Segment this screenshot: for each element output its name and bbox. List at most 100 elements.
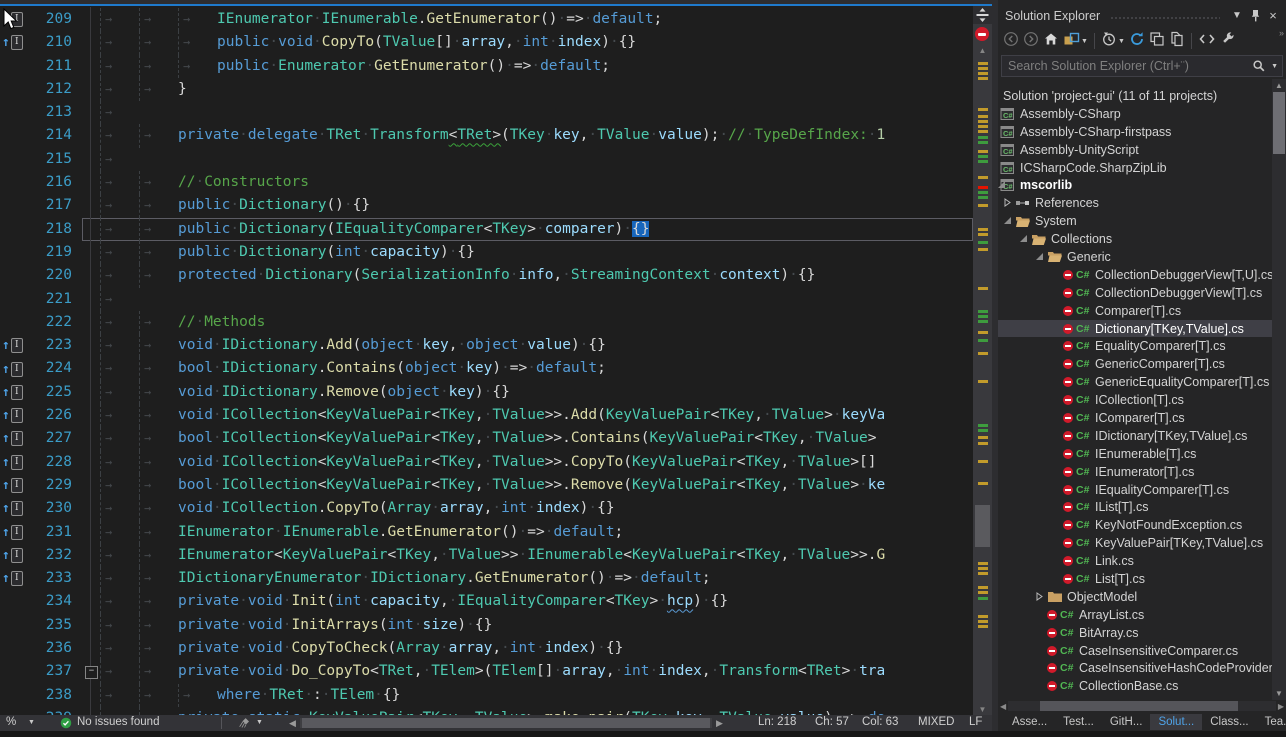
tree-item-ienumerable-t-cs[interactable]: C#IEnumerable[T].cs: [998, 445, 1286, 463]
tree-item-collectionbase-cs[interactable]: C#CollectionBase.cs: [998, 677, 1286, 695]
tree-item-collectiondebuggerview-t-u-cs[interactable]: C#CollectionDebuggerView[T,U].cs: [998, 266, 1286, 284]
tree-item-equalitycomparer-t-cs[interactable]: C#EqualityComparer[T].cs: [998, 337, 1286, 355]
toolbar-overflow-icon[interactable]: ››: [1279, 28, 1283, 38]
expander-icon[interactable]: [1035, 250, 1044, 264]
tree-scroll-down-arrow[interactable]: ▼: [1272, 689, 1286, 698]
status-line-number[interactable]: Ln: 218: [758, 716, 796, 728]
code-line[interactable]: 239→→private·static·KeyValuePair<TKey,·T…: [0, 707, 973, 715]
code-line[interactable]: 222→→//·Methods: [0, 311, 973, 334]
tree-item-assembly-unityscript[interactable]: C#Assembly-UnityScript: [998, 141, 1286, 159]
code-line[interactable]: 238→→→where·TRet·:·TElem·{}: [0, 684, 973, 707]
fold-margin[interactable]: [82, 451, 100, 474]
code-text[interactable]: →→→public·void·CopyTo(TValue[]·array,·in…: [100, 31, 973, 54]
tree-item-caseinsensitivehashcodeprovider-cs[interactable]: C#CaseInsensitiveHashCodeProvider.cs: [998, 660, 1286, 678]
code-text[interactable]: →→void·ICollection<KeyValuePair<TKey,·TV…: [100, 451, 973, 474]
tree-item-comparer-t-cs[interactable]: C#Comparer[T].cs: [998, 302, 1286, 320]
tree-item-icsharpcode-sharpziplib[interactable]: C#ICSharpCode.SharpZipLib: [998, 159, 1286, 177]
code-line[interactable]: ↑I231→→IEnumerator·IEnumerable.GetEnumer…: [0, 521, 973, 544]
expander-icon[interactable]: [1003, 196, 1012, 210]
close-icon[interactable]: ×: [1264, 8, 1282, 24]
properties-button[interactable]: [1218, 30, 1238, 52]
code-text[interactable]: →→void·IDictionary.Add(object·key,·objec…: [100, 334, 973, 357]
code-line[interactable]: 216→→//·Constructors: [0, 171, 973, 194]
fold-margin[interactable]: [82, 31, 100, 54]
code-line[interactable]: ↑I230→→void·ICollection.CopyTo(Array·arr…: [0, 497, 973, 520]
code-line[interactable]: 212→→}: [0, 78, 973, 101]
code-text[interactable]: →→public·Dictionary()·{}: [100, 194, 973, 217]
code-text[interactable]: →→→public·Enumerator·GetEnumerator()·=>·…: [100, 55, 973, 78]
tree-item-icomparer-t-cs[interactable]: C#IComparer[T].cs: [998, 409, 1286, 427]
expander-slot[interactable]: [1032, 590, 1047, 604]
dropdown-caret-icon[interactable]: ▼: [1118, 38, 1125, 45]
status-encoding[interactable]: MIXED: [918, 716, 954, 728]
code-text[interactable]: →→private·void·CopyToCheck(Array·array,·…: [100, 637, 973, 660]
code-line[interactable]: 213→: [0, 101, 973, 124]
pin-icon[interactable]: [1246, 8, 1264, 24]
tree-item-caseinsensitivecomparer-cs[interactable]: C#CaseInsensitiveComparer.cs: [998, 642, 1286, 660]
tree-item-keynotfoundexception-cs[interactable]: C#KeyNotFoundException.cs: [998, 516, 1286, 534]
fold-margin[interactable]: [82, 497, 100, 520]
broom-icon[interactable]: [238, 717, 251, 732]
fold-margin[interactable]: [82, 288, 100, 311]
code-line[interactable]: ↑I228→→void·ICollection<KeyValuePair<TKe…: [0, 451, 973, 474]
code-line[interactable]: 234→→private·void·Init(int·capacity,·IEq…: [0, 590, 973, 613]
code-area[interactable]: ↑I209→→→IEnumerator·IEnumerable.GetEnume…: [0, 6, 973, 715]
code-line[interactable]: 215→: [0, 148, 973, 171]
tree-item-ilist-t-cs[interactable]: C#IList[T].cs: [998, 498, 1286, 516]
tree-scroll-up-arrow[interactable]: ▲: [1272, 81, 1286, 90]
fold-margin[interactable]: [82, 637, 100, 660]
fold-collapse-icon[interactable]: −: [85, 666, 98, 679]
fold-margin[interactable]: [82, 474, 100, 497]
code-text[interactable]: →→private·static·KeyValuePair<TKey,·TVal…: [100, 707, 973, 715]
scroll-up-arrow[interactable]: ▲: [973, 46, 992, 55]
fold-margin[interactable]: [82, 707, 100, 715]
tool-tab-solut[interactable]: Solut...: [1150, 714, 1202, 730]
fold-margin[interactable]: [82, 55, 100, 78]
tree-item-icollection-t-cs[interactable]: C#ICollection[T].cs: [998, 391, 1286, 409]
fold-margin[interactable]: [82, 264, 100, 287]
home-button[interactable]: [1041, 30, 1061, 52]
code-line[interactable]: 217→→public·Dictionary()·{}: [0, 194, 973, 217]
tree-item-ienumerator-t-cs[interactable]: C#IEnumerator[T].cs: [998, 463, 1286, 481]
code-line[interactable]: ↑I229→→bool·ICollection<KeyValuePair<TKe…: [0, 474, 973, 497]
fold-margin[interactable]: [82, 590, 100, 613]
tool-tab-test[interactable]: Test...: [1055, 714, 1102, 730]
code-line[interactable]: ↑I210→→→public·void·CopyTo(TValue[]·arra…: [0, 31, 973, 54]
tree-item-iequalitycomparer-t-cs[interactable]: C#IEqualityComparer[T].cs: [998, 481, 1286, 499]
fold-margin[interactable]: [82, 311, 100, 334]
switch-view-button[interactable]: ▼: [1061, 30, 1090, 52]
tree-horizontal-scrollbar[interactable]: ◀ ▶: [998, 700, 1286, 712]
tree-item-dictionary-tkey-tvalue-cs[interactable]: C#Dictionary[TKey,TValue].cs: [998, 320, 1286, 338]
tree-vertical-scrollbar[interactable]: ▲▼: [1272, 79, 1286, 700]
expander-icon[interactable]: [1003, 214, 1012, 228]
tree-hscroll-left-arrow[interactable]: ◀: [1000, 702, 1006, 711]
view-code-button[interactable]: [1196, 30, 1218, 52]
tool-tab-asse[interactable]: Asse...: [1004, 714, 1055, 730]
code-text[interactable]: →→void·ICollection<KeyValuePair<TKey,·TV…: [100, 404, 973, 427]
tree-hscroll-thumb[interactable]: [1040, 701, 1238, 711]
status-char-number[interactable]: Ch: 57: [815, 716, 849, 728]
editor-horizontal-scrollbar[interactable]: [300, 718, 712, 728]
tree-item-generic[interactable]: Generic: [998, 248, 1286, 266]
code-line[interactable]: ↑I225→→void·IDictionary.Remove(object·ke…: [0, 381, 973, 404]
code-text[interactable]: →→private·void·InitArrays(int·size)·{}: [100, 614, 973, 637]
code-text[interactable]: →→→IEnumerator·IEnumerable.GetEnumerator…: [100, 8, 973, 31]
collapse-all-button[interactable]: [1147, 30, 1167, 52]
code-text[interactable]: →→public·Dictionary(IEqualityComparer<TK…: [100, 218, 973, 241]
tree-item-arraylist-cs[interactable]: C#ArrayList.cs: [998, 606, 1286, 624]
zoom-caret-icon[interactable]: ▼: [28, 719, 35, 726]
fold-margin[interactable]: [82, 544, 100, 567]
scroll-down-arrow[interactable]: ▼: [973, 705, 992, 714]
fold-margin[interactable]: [82, 357, 100, 380]
code-text[interactable]: →: [100, 101, 973, 124]
code-text[interactable]: →→//·Methods: [100, 311, 973, 334]
nav-back-button[interactable]: [1001, 30, 1021, 52]
code-text[interactable]: →→bool·ICollection<KeyValuePair<TKey,·TV…: [100, 427, 973, 450]
expander-slot[interactable]: [1032, 250, 1047, 264]
refresh-button[interactable]: [1127, 30, 1147, 52]
tree-item-collectiondebuggerview-t-cs[interactable]: C#CollectionDebuggerView[T].cs: [998, 284, 1286, 302]
code-line[interactable]: 221→: [0, 288, 973, 311]
code-text[interactable]: →→private·void·Do_CopyTo<TRet,·TElem>(TE…: [100, 660, 973, 683]
code-text[interactable]: →→public·Dictionary(int·capacity)·{}: [100, 241, 973, 264]
tree-item-objectmodel[interactable]: ObjectModel: [998, 588, 1286, 606]
